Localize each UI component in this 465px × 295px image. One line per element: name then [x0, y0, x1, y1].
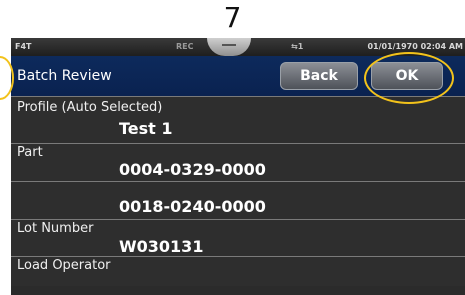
- field-label: Lot Number: [17, 221, 94, 236]
- field-value: 0004-0329-0000: [119, 160, 266, 179]
- field-row-part[interactable]: Part 0004-0329-0000: [11, 143, 465, 181]
- usb-icon: ⇆1: [291, 42, 304, 51]
- batch-fields: Profile (Auto Selected) Test 1 Part 0004…: [11, 96, 465, 286]
- callout-number: 7: [223, 1, 242, 34]
- field-label: Profile (Auto Selected): [17, 100, 163, 115]
- field-label: Load Operator: [17, 258, 111, 273]
- page-title: Batch Review: [17, 68, 112, 84]
- back-button[interactable]: Back: [280, 62, 358, 90]
- date-time: 01/01/1970 02:04 AM: [367, 42, 463, 51]
- field-value: Test 1: [119, 119, 173, 138]
- field-value: 0018-0240-0000: [119, 197, 266, 216]
- field-row-lot-number[interactable]: Lot Number W030131: [11, 219, 465, 256]
- field-label: Part: [17, 145, 43, 160]
- field-row-part-2[interactable]: 0018-0240-0000: [11, 181, 465, 219]
- field-row-load-operator[interactable]: Load Operator: [11, 256, 465, 286]
- pull-down-tab[interactable]: [207, 38, 251, 56]
- field-value: W030131: [119, 237, 204, 256]
- touchscreen: F4T REC ⇆1 01/01/1970 02:04 AM Batch Rev…: [11, 38, 465, 295]
- field-row-profile[interactable]: Profile (Auto Selected) Test 1: [11, 96, 465, 143]
- app-name: F4T: [15, 42, 32, 51]
- status-bar: F4T REC ⇆1 01/01/1970 02:04 AM: [11, 38, 465, 56]
- record-indicator: REC: [176, 42, 194, 51]
- page-header: Batch Review Back OK: [11, 56, 465, 96]
- usb-count: 1: [297, 42, 304, 51]
- ok-button[interactable]: OK: [371, 62, 443, 90]
